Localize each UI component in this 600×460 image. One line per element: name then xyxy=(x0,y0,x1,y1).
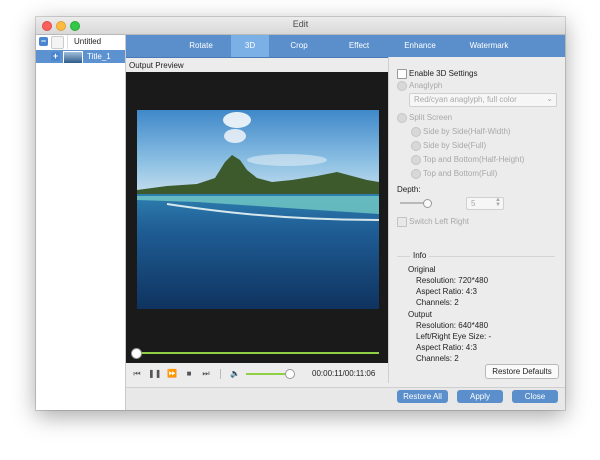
edit-window: Edit − Untitled + Title_1 Rotate 3D Crop… xyxy=(36,17,565,410)
anaglyph-select-value: Red/cyan anaglyph, full color xyxy=(414,95,517,104)
tree-item-label: Untitled xyxy=(74,37,102,46)
original-channels: Channels: 2 xyxy=(416,298,459,307)
fast-forward-icon[interactable]: ⏩ xyxy=(167,369,177,379)
project-icon xyxy=(51,36,64,49)
depth-stepper[interactable]: 5 ▲ ▼ xyxy=(466,197,504,210)
split-option-label: Top and Bottom(Half-Height) xyxy=(423,155,525,164)
tab-crop[interactable]: Crop xyxy=(274,35,324,57)
output-resolution: Resolution: 640*480 xyxy=(416,321,489,330)
tab-rotate[interactable]: Rotate xyxy=(176,35,226,57)
skip-forward-icon[interactable]: ⏭ xyxy=(201,369,211,379)
video-landscape-image xyxy=(137,110,379,309)
tab-3d[interactable]: 3D xyxy=(231,35,269,57)
tab-watermark[interactable]: Watermark xyxy=(453,35,525,57)
tab-effect[interactable]: Effect xyxy=(334,35,384,57)
output-preview-label: Output Preview xyxy=(129,61,184,70)
split-option-label: Top and Bottom(Full) xyxy=(423,169,498,178)
tab-enhance[interactable]: Enhance xyxy=(390,35,450,57)
expand-button[interactable]: + xyxy=(51,52,60,61)
time-display: 00:00:11/00:11:06 xyxy=(312,369,376,378)
depth-value: 5 xyxy=(471,199,476,208)
volume-handle[interactable] xyxy=(285,369,295,379)
collapse-button[interactable]: − xyxy=(39,37,48,46)
divider xyxy=(220,369,221,379)
original-aspect-ratio: Aspect Ratio: 4:3 xyxy=(416,287,477,296)
depth-slider-handle[interactable] xyxy=(423,199,432,208)
split-option-label: Side by Side(Full) xyxy=(423,141,487,150)
anaglyph-label: Anaglyph xyxy=(409,81,443,90)
output-channels: Channels: 2 xyxy=(416,354,459,363)
skip-back-icon[interactable]: ⏮ xyxy=(132,369,142,379)
stop-icon[interactable]: ■ xyxy=(184,369,194,379)
output-title: Output xyxy=(408,310,433,319)
depth-label: Depth: xyxy=(397,185,421,194)
switch-left-right-checkbox[interactable] xyxy=(397,217,407,227)
seek-bar[interactable] xyxy=(134,352,379,354)
chevron-down-icon: ⌄ xyxy=(546,94,553,103)
title-bar: Edit xyxy=(36,17,565,35)
split-option-radio[interactable] xyxy=(411,127,421,137)
split-screen-radio[interactable] xyxy=(397,113,407,123)
enable-3d-checkbox[interactable] xyxy=(397,69,407,79)
switch-left-right-label: Switch Left Right xyxy=(409,217,470,226)
split-option-radio[interactable] xyxy=(411,155,421,165)
title-sidebar: − Untitled + Title_1 xyxy=(36,35,126,410)
stepper-arrows-icon[interactable]: ▲ ▼ xyxy=(495,197,501,208)
edit-tabs: Rotate 3D Crop Effect Enhance Watermark xyxy=(126,35,565,58)
original-resolution: Resolution: 720*480 xyxy=(416,276,489,285)
window-title: Edit xyxy=(292,19,309,29)
pause-icon[interactable]: ❚❚ xyxy=(148,369,161,379)
anaglyph-radio[interactable] xyxy=(397,81,407,91)
tree-item-untitled[interactable]: − Untitled xyxy=(36,35,125,49)
output-aspect-ratio: Aspect Ratio: 4:3 xyxy=(416,343,477,352)
split-option-radio[interactable] xyxy=(411,141,421,151)
split-screen-label: Split Screen xyxy=(409,113,453,122)
split-option-radio[interactable] xyxy=(411,169,421,179)
title-thumbnail xyxy=(63,51,83,64)
close-button[interactable]: Close xyxy=(512,390,558,403)
enable-3d-label: Enable 3D Settings xyxy=(409,69,478,78)
restore-all-button[interactable]: Restore All xyxy=(397,390,448,403)
volume-icon[interactable]: 🔈 xyxy=(230,369,240,379)
divider xyxy=(67,35,68,49)
tree-item-title-1[interactable]: + Title_1 xyxy=(36,50,125,64)
original-title: Original xyxy=(408,265,436,274)
info-header: Info xyxy=(410,251,430,260)
video-frame xyxy=(137,110,379,309)
restore-defaults-button[interactable]: Restore Defaults xyxy=(485,364,559,379)
apply-button[interactable]: Apply xyxy=(457,390,503,403)
output-eye-size: Left/Right Eye Size: - xyxy=(416,332,492,341)
tree-item-label: Title_1 xyxy=(87,52,111,61)
seek-handle[interactable] xyxy=(131,348,142,359)
split-option-label: Side by Side(Half-Width) xyxy=(423,127,511,136)
anaglyph-select[interactable]: Red/cyan anaglyph, full color ⌄ xyxy=(409,93,557,107)
